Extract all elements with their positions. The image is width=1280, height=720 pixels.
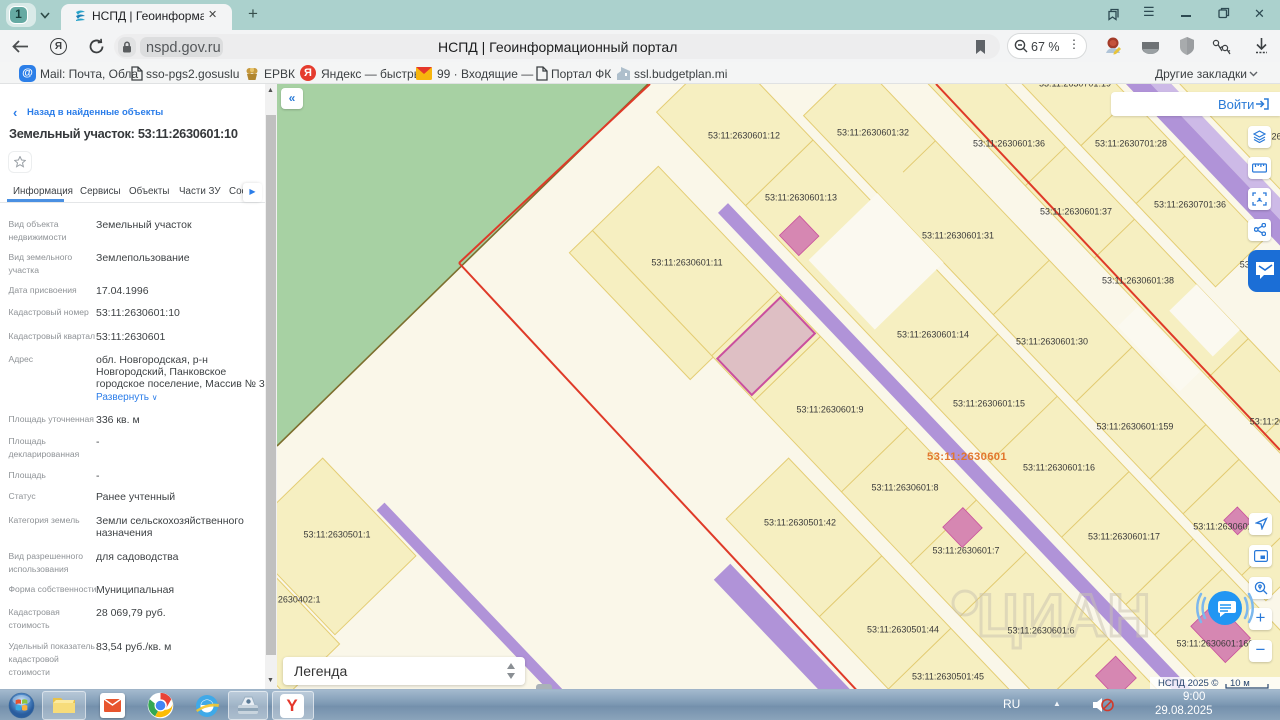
svg-text:53:11:2630501:1: 53:11:2630501:1: [304, 530, 371, 540]
svg-text:53:11:2630601:32: 53:11:2630601:32: [837, 128, 909, 138]
svg-text:53:11:2630501:45: 53:11:2630501:45: [912, 672, 984, 682]
svg-text:53:11:2630701:28: 53:11:2630701:28: [1095, 139, 1167, 149]
svg-text:ЦИАН: ЦИАН: [977, 582, 1151, 649]
svg-text:53:11:2630601:13: 53:11:2630601:13: [765, 193, 837, 203]
svg-text:53:11:2630701:36: 53:11:2630701:36: [1154, 200, 1226, 210]
svg-text:53:11:2630601:9: 53:11:2630601:9: [797, 405, 864, 415]
svg-text:53:11:2630601:31: 53:11:2630601:31: [922, 231, 994, 241]
svg-text:53:11:2630601:36: 53:11:2630601:36: [973, 139, 1045, 149]
svg-text:53:11:2630601:160: 53:11:2630601:160: [1177, 639, 1254, 649]
svg-text:53:11:2630601:12: 53:11:2630601:12: [708, 131, 780, 141]
svg-text:53:11:2630601:30: 53:11:2630601:30: [1016, 337, 1088, 347]
svg-text:53:11:2630501:44: 53:11:2630501:44: [867, 625, 939, 635]
svg-text:53:11:2630601:7: 53:11:2630601:7: [933, 546, 1000, 556]
svg-text:53:11:2630601: 53:11:2630601: [927, 451, 1007, 463]
svg-text:53:11:2630: 53:11:2630: [1250, 417, 1280, 427]
svg-text:53:11:2630601:15: 53:11:2630601:15: [953, 399, 1025, 409]
svg-text:53:11:2630601:6: 53:11:2630601:6: [1008, 626, 1075, 636]
svg-text:53:11:2630601:38: 53:11:2630601:38: [1102, 276, 1174, 286]
svg-text:53:11:2630601: 53:11:2630601: [1193, 522, 1252, 532]
svg-text:53:11:2630402:1: 53:11:2630402:1: [277, 595, 320, 605]
svg-text:53:11:2630601:37: 53:11:2630601:37: [1040, 207, 1112, 217]
svg-text:53:11:2630601:11: 53:11:2630601:11: [651, 258, 722, 268]
svg-text:53:11:2630501:42: 53:11:2630501:42: [764, 518, 836, 528]
svg-text:53:11:2630601:159: 53:11:2630601:159: [1097, 422, 1174, 432]
svg-text:53:11:2630601:16: 53:11:2630601:16: [1023, 463, 1095, 473]
svg-text:53:11:2630601:14: 53:11:2630601:14: [897, 330, 969, 340]
svg-text:53:11:2630701:19: 53:11:2630701:19: [1039, 84, 1111, 89]
svg-text:53:11:2630601:17: 53:11:2630601:17: [1088, 532, 1160, 542]
svg-text:263: 263: [1271, 132, 1280, 142]
svg-text:53:11:2630601:8: 53:11:2630601:8: [872, 483, 939, 493]
